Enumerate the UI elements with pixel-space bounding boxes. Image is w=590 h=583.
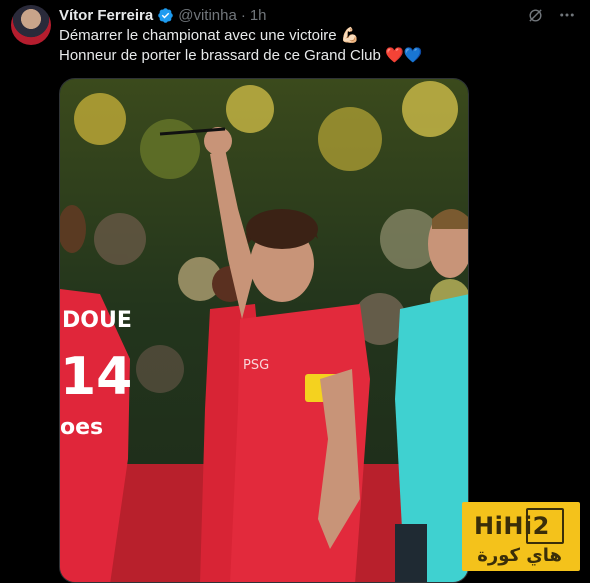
tweet-card[interactable]: Vítor Ferreira @vitinha · 1h Démarrer le…	[0, 0, 590, 583]
tweet-header: Vítor Ferreira @vitinha · 1h	[59, 5, 267, 25]
photo-illustration: DOUE 14 oes PSG	[60, 79, 468, 582]
jersey-left-sponsor: oes	[60, 415, 103, 440]
site-watermark-logo: HiHi2 هاي كورة	[462, 502, 580, 571]
author-handle[interactable]: @vitinha	[178, 7, 237, 24]
tweet-text: Démarrer le championat avec une victoire…	[59, 26, 422, 66]
separator-dot: ·	[240, 6, 246, 24]
grok-icon[interactable]	[527, 7, 544, 28]
watermark-frame	[526, 508, 564, 544]
more-options-icon[interactable]	[558, 6, 576, 28]
tweet-text-line-1: Démarrer le championat avec une victoire…	[59, 27, 360, 44]
tweet-media-photo[interactable]: DOUE 14 oes PSG	[59, 78, 469, 583]
avatar[interactable]	[11, 5, 51, 45]
jersey-left-name: DOUE	[62, 308, 132, 333]
jersey-left-number: 14	[60, 347, 132, 407]
verified-badge-icon	[158, 7, 173, 23]
svg-text:PSG: PSG	[243, 358, 269, 373]
tweet-text-line-2: Honneur de porter le brassard de ce Gran…	[59, 47, 423, 64]
author-name[interactable]: Vítor Ferreira	[59, 7, 153, 24]
tweet-actions-top	[527, 6, 576, 28]
timestamp[interactable]: 1h	[250, 7, 267, 24]
watermark-arabic: هاي كورة	[477, 545, 562, 566]
